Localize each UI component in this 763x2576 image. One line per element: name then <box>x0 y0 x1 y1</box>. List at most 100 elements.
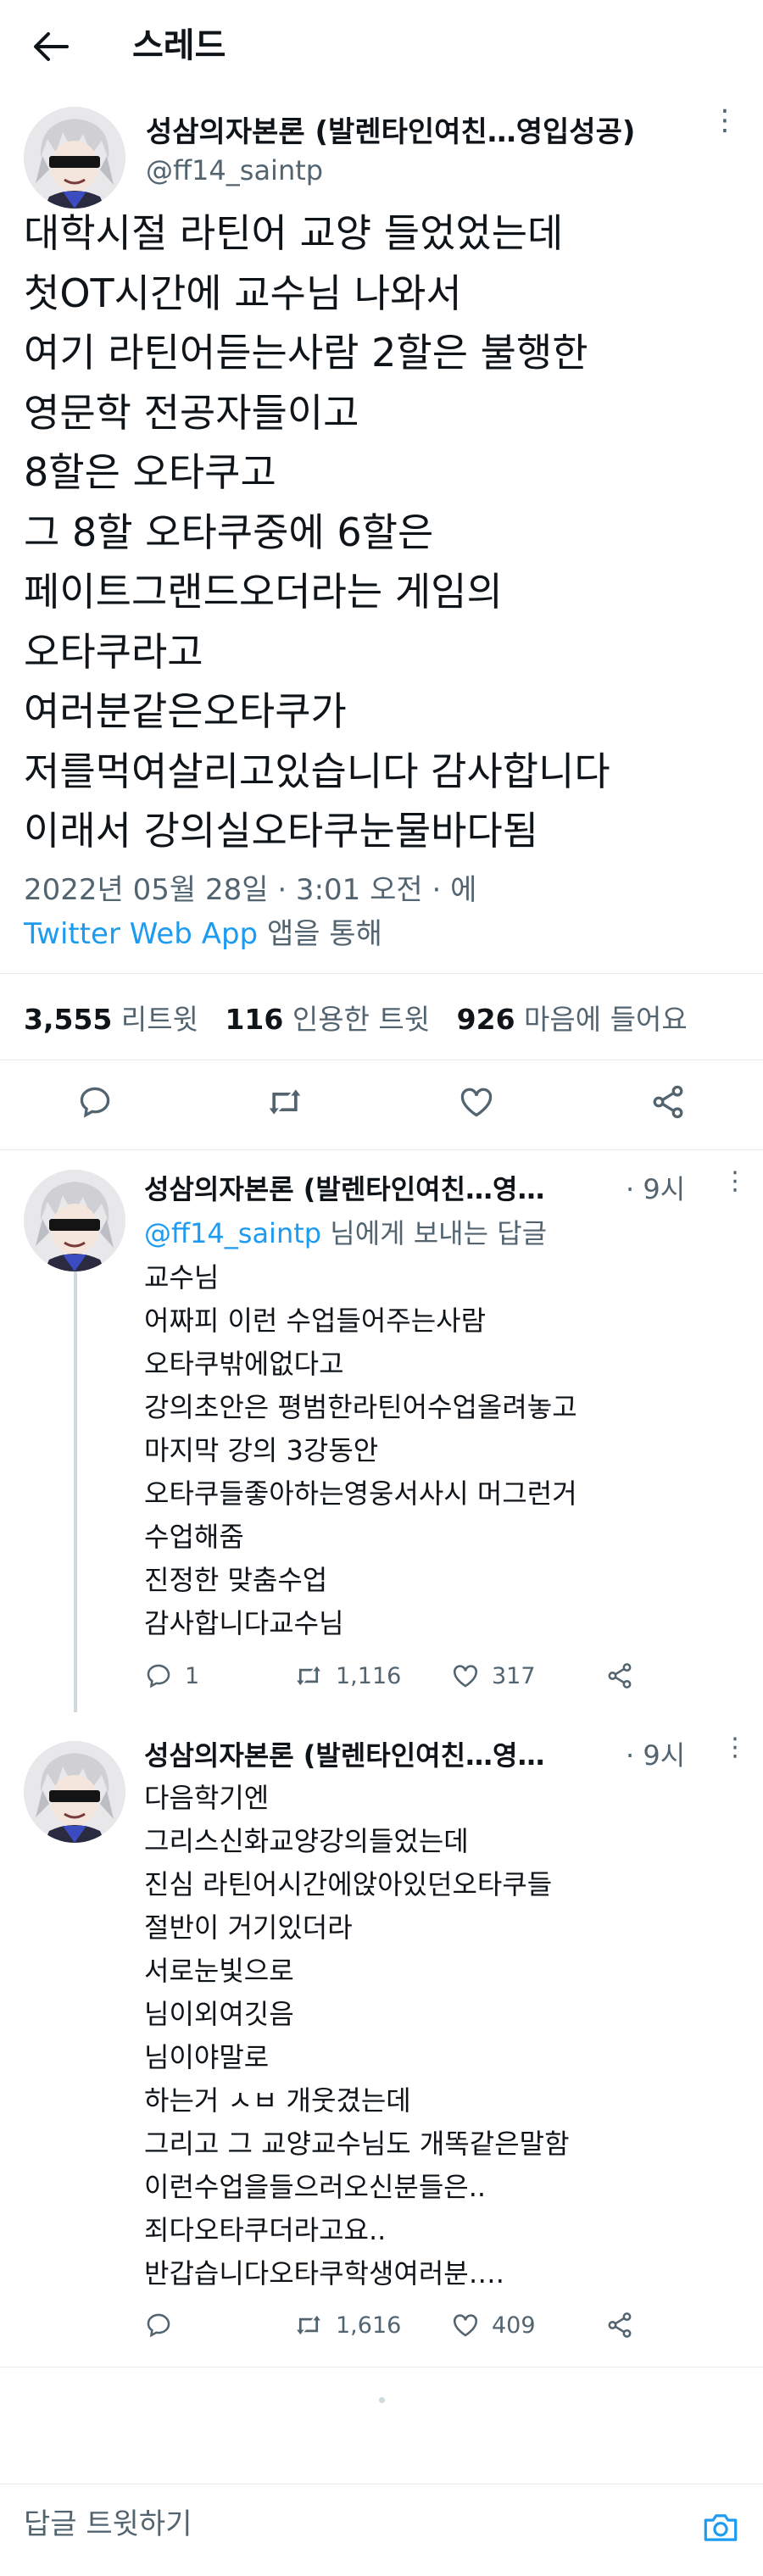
share-button[interactable] <box>605 1661 646 1690</box>
more-options-icon[interactable]: ⋮ <box>722 1733 748 1762</box>
retweet-button[interactable] <box>259 1077 310 1127</box>
thread-connector <box>74 1271 77 1712</box>
share-button[interactable] <box>643 1077 693 1127</box>
reply-line: 님이외여깃음 <box>144 1998 294 2030</box>
source-app-link[interactable]: Twitter Web App <box>24 917 258 951</box>
avatar[interactable] <box>24 107 125 209</box>
reply-author-name[interactable]: 성삼의자본론 (발렌타인여친…영… <box>144 1734 545 1773</box>
reply-body: 교수님 어짜피 이런 수업들어주는사람 오타쿠밖에없다고 강의초안은 평범한라틴… <box>144 1256 577 1645</box>
reply-line: 다음학기엔 <box>144 1782 270 1814</box>
reply-line: 수업해줌 <box>144 1521 244 1553</box>
divider <box>0 1149 763 1150</box>
reply-line: 그리스신화교양강의들었는데 <box>144 1825 469 1857</box>
tweet-stats: 3,555 리트윗 116 인용한 트윗 926 마음에 들어요 <box>24 997 688 1038</box>
reply-icon <box>147 2313 170 2338</box>
reply-actions: 1,616 409 <box>144 2311 653 2353</box>
like-icon <box>453 2314 478 2337</box>
avatar-image <box>24 107 125 209</box>
avatar-image <box>24 1741 125 1843</box>
like-button[interactable]: 317 <box>451 1661 536 1690</box>
source-suffix: 앱을 통해 <box>266 917 382 951</box>
retweet-label[interactable]: 리트윗 <box>121 1003 198 1036</box>
tweet-line: 여러분같은오타쿠가 <box>24 688 347 734</box>
reply-count: 1 <box>185 1662 200 1689</box>
tweet-line: 영문학 전공자들이고 <box>24 389 359 436</box>
reply-line: 이런수업을들으러오신분들은.. <box>144 2171 487 2203</box>
like-button[interactable]: 409 <box>451 2311 536 2340</box>
loading-indicator <box>379 2397 385 2403</box>
reply-line: 죄다오타쿠더라고요.. <box>144 2214 387 2246</box>
replying-to: @ff14_saintp 님에게 보내는 답글 <box>144 1212 547 1251</box>
tweet-timestamp[interactable]: 2022년 05월 28일 · 3:01 오전 · 에 <box>24 866 476 908</box>
reply-author-name[interactable]: 성삼의자본론 (발렌타인여친…영… <box>144 1168 545 1207</box>
reply-button[interactable] <box>70 1077 120 1127</box>
reply-button[interactable]: 1 <box>144 1661 199 1690</box>
reply-line: 하는거 ㅅㅂ 개웃겼는데 <box>144 2084 411 2117</box>
like-label[interactable]: 마음에 들어요 <box>524 1003 688 1036</box>
reply-line: 진심 라틴어시간에앉아있던오타쿠들 <box>144 1868 553 1900</box>
like-icon <box>453 1665 478 1688</box>
retweet-count: 1,616 <box>336 2312 402 2339</box>
reply-line: 어짜피 이런 수업들어주는사람 <box>144 1305 487 1337</box>
retweet-icon <box>297 1666 320 1686</box>
share-button[interactable] <box>605 2311 646 2340</box>
like-count: 409 <box>492 2312 536 2339</box>
reply-line: 강의초안은 평범한라틴어수업올려놓고 <box>144 1391 577 1423</box>
reply-line: 교수님 <box>144 1261 220 1294</box>
reply-line: 서로눈빛으로 <box>144 1955 294 1987</box>
author-name[interactable]: 성삼의자본론 (발렌타인여친…영입성공) <box>146 108 635 150</box>
share-icon <box>653 1085 683 1119</box>
tweet-line: 8할은 오타쿠고 <box>24 449 276 495</box>
tweet-actions <box>0 1077 763 1136</box>
tweet-source: Twitter Web App 앱을 통해 <box>24 910 382 952</box>
divider <box>0 973 763 974</box>
retweet-icon <box>269 1089 301 1115</box>
reply-line: 감사합니다교수님 <box>144 1607 344 1639</box>
reply-input[interactable]: 답글 트윗하기 <box>24 2501 192 2542</box>
like-icon <box>460 1088 493 1117</box>
reply-time[interactable]: · 9시 <box>626 1168 685 1207</box>
reply-to-suffix: 님에게 보내는 답글 <box>330 1217 548 1249</box>
author-handle[interactable]: @ff14_saintp <box>146 154 323 186</box>
avatar-image <box>24 1170 125 1271</box>
tweet-line: 여기 라틴어듣는사람 2할은 불행한 <box>24 330 588 376</box>
retweet-button[interactable]: 1,116 <box>293 1661 401 1690</box>
reply-line: 그리고 그 교양교수님도 개똑같은말함 <box>144 2128 570 2160</box>
tweet-line: 저를먹여살리고있습니다 감사합니다 <box>24 748 610 794</box>
share-icon <box>608 2312 632 2338</box>
reply-line: 오타쿠들좋아하는영웅서사시 머그런거 <box>144 1477 577 1510</box>
like-button[interactable] <box>451 1077 502 1127</box>
share-icon <box>608 1663 632 1689</box>
camera-icon <box>704 2514 738 2541</box>
reply-line: 절반이 거기있더라 <box>144 1911 353 1944</box>
retweet-count[interactable]: 3,555 <box>24 1003 112 1036</box>
reply-line: 반갑습니다오타쿠학생여러분…. <box>144 2257 504 2289</box>
tweet-body: 대학시절 라틴어 교양 들었었는데 첫OT시간에 교수님 나와서 여기 라틴어듣… <box>24 203 753 861</box>
reply-line: 님이야말로 <box>144 2041 270 2073</box>
reply-composer[interactable]: 답글 트윗하기 <box>0 2484 763 2576</box>
tweet-line: 오타쿠라고 <box>24 628 203 675</box>
retweet-button[interactable]: 1,616 <box>293 2311 401 2340</box>
avatar[interactable] <box>24 1170 125 1271</box>
tweet-line: 그 8할 오타쿠중에 6할은 <box>24 509 434 555</box>
tweet-line: 페이트그랜드오더라는 게임의 <box>24 569 503 615</box>
reply-time[interactable]: · 9시 <box>626 1734 685 1773</box>
reply-button[interactable] <box>144 2311 185 2340</box>
reply-line: 오타쿠밖에없다고 <box>144 1348 344 1380</box>
tweet-line: 대학시절 라틴어 교양 들었었는데 <box>24 210 564 256</box>
quote-count[interactable]: 116 <box>225 1003 283 1036</box>
quote-label[interactable]: 인용한 트윗 <box>292 1003 430 1036</box>
camera-button[interactable] <box>697 2504 744 2551</box>
like-count[interactable]: 926 <box>457 1003 515 1036</box>
retweet-icon <box>297 2315 320 2335</box>
reply-icon <box>80 1087 110 1118</box>
retweet-count: 1,116 <box>336 1662 402 1689</box>
back-button[interactable] <box>25 25 76 68</box>
top-bar: 스레드 <box>0 0 763 93</box>
reply-to-handle[interactable]: @ff14_saintp <box>144 1217 321 1249</box>
reply-actions: 1 1,116 317 <box>144 1661 653 1704</box>
avatar[interactable] <box>24 1741 125 1843</box>
more-options-icon[interactable]: ⋮ <box>722 1166 748 1196</box>
more-options-icon[interactable]: ⋮ <box>710 103 739 137</box>
reply-icon <box>147 1664 170 1689</box>
